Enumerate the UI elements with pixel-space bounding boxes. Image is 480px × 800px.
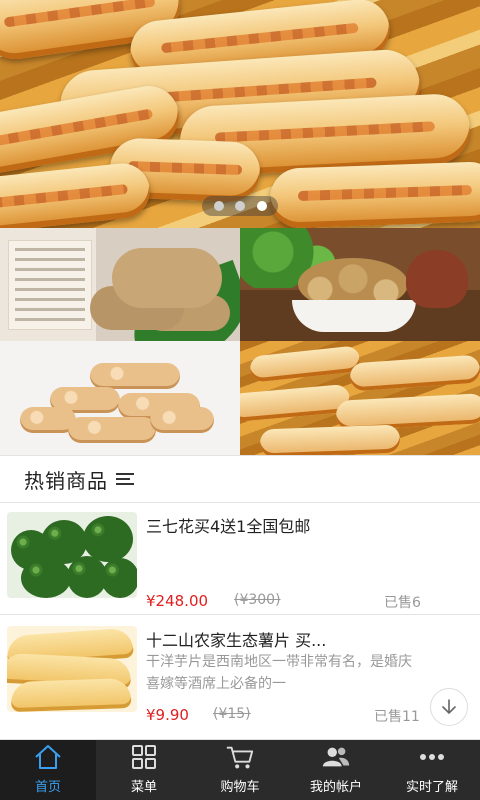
- carousel-dot[interactable]: [235, 201, 245, 211]
- product-sold-count: 已售6: [384, 595, 421, 611]
- taro-chip-image: [150, 407, 214, 433]
- slice-image: [240, 383, 351, 423]
- slice-image: [349, 354, 480, 392]
- nav-label: 首页: [34, 780, 61, 795]
- banner-carousel[interactable]: [0, 0, 480, 228]
- nav-item-account[interactable]: 我的帐户: [288, 740, 384, 800]
- nav-label: 实时了解: [405, 780, 458, 795]
- scroll-down-button[interactable]: [430, 688, 468, 726]
- taro-chip-image: [68, 417, 156, 443]
- product-name[interactable]: 十二山农家生态薯片 买...: [146, 627, 326, 651]
- nav-item-menu[interactable]: 菜单: [96, 740, 192, 800]
- banner-food-image: [0, 160, 153, 228]
- teapot-image: [406, 250, 468, 308]
- banner-food-image: [269, 161, 480, 228]
- carousel-dot-active[interactable]: [256, 201, 267, 211]
- more-icon: [417, 742, 447, 772]
- users-icon: [321, 742, 351, 772]
- carousel-dot[interactable]: [213, 201, 224, 211]
- grid-icon: [129, 742, 159, 772]
- product-thumbnail[interactable]: [7, 512, 137, 598]
- cart-icon: [225, 742, 255, 772]
- promo-tile-text-card: [8, 240, 92, 330]
- bottom-nav: 首页 菜单 购物车 我的帐户 实时了解: [0, 740, 480, 800]
- nav-item-cart[interactable]: 购物车: [192, 740, 288, 800]
- product-name[interactable]: 三七花买4送1全国包邮: [146, 513, 310, 537]
- section-header: 热销商品: [0, 455, 480, 503]
- product-thumbnail[interactable]: [7, 626, 137, 712]
- promo-tile-mushroom[interactable]: [240, 228, 480, 341]
- promo-tile-slices[interactable]: [240, 341, 480, 455]
- ginger-root-image: [112, 248, 222, 308]
- slice-image: [259, 424, 401, 455]
- bowl-image: [292, 300, 416, 332]
- product-price: ¥9.90: [146, 706, 189, 724]
- nav-item-home[interactable]: 首页: [0, 740, 96, 800]
- product-item[interactable]: 十二山农家生态薯片 买... 干洋芋片是西南地区一带非常有名，是婚庆喜嫁等酒席上…: [0, 615, 480, 740]
- product-price: ¥248.00: [146, 592, 209, 610]
- carousel-indicator: [202, 196, 278, 216]
- product-description: 干洋芋片是西南地区一带非常有名，是婚庆喜嫁等酒席上必备的一: [146, 654, 412, 692]
- product-item[interactable]: 三七花买4送1全国包邮 ¥248.00 (¥300) 已售6: [0, 503, 480, 615]
- promo-tile-ginger[interactable]: [0, 228, 240, 341]
- list-icon[interactable]: [116, 472, 134, 486]
- section-title: 热销商品: [24, 468, 108, 493]
- nav-label: 我的帐户: [309, 780, 362, 795]
- nav-label: 菜单: [130, 780, 157, 795]
- product-original-price: (¥300): [234, 592, 281, 608]
- slice-image: [248, 345, 362, 383]
- taro-chip-image: [90, 363, 180, 389]
- home-icon: [33, 742, 63, 772]
- promo-tile-taro[interactable]: [0, 341, 240, 455]
- product-sold-count: 已售11: [374, 709, 420, 725]
- arrow-down-icon: [442, 699, 456, 715]
- nav-item-live[interactable]: 实时了解: [384, 740, 480, 800]
- nav-label: 购物车: [220, 780, 260, 795]
- product-original-price: (¥15): [213, 706, 251, 722]
